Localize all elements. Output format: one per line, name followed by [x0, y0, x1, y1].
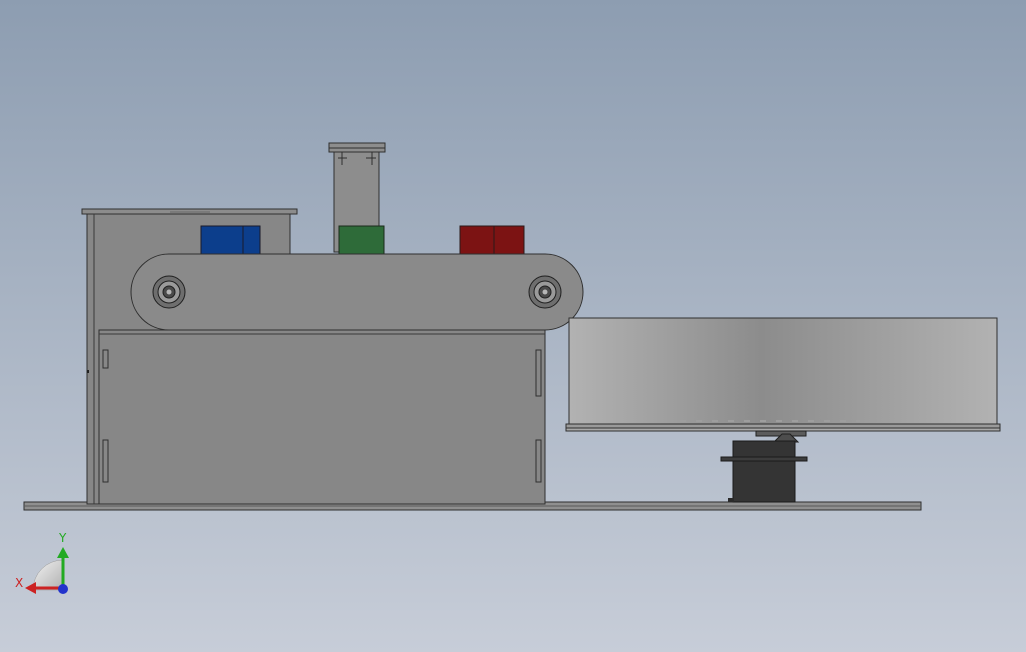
red-block[interactable] [459, 225, 525, 255]
model-scene[interactable] [0, 0, 1026, 652]
cad-viewport[interactable]: X Y [0, 0, 1026, 652]
conveyor-belt[interactable] [130, 253, 584, 331]
green-block[interactable] [338, 225, 385, 255]
blue-block[interactable] [200, 225, 261, 255]
z-axis-dot [58, 584, 68, 594]
front-housing[interactable] [98, 329, 546, 505]
sorting-tray[interactable] [565, 317, 1001, 432]
left-pulley[interactable] [152, 275, 186, 309]
servo-motor[interactable] [720, 430, 808, 503]
right-pulley[interactable] [528, 275, 562, 309]
x-axis-label: X [15, 576, 24, 590]
y-axis-label: Y [59, 531, 67, 545]
